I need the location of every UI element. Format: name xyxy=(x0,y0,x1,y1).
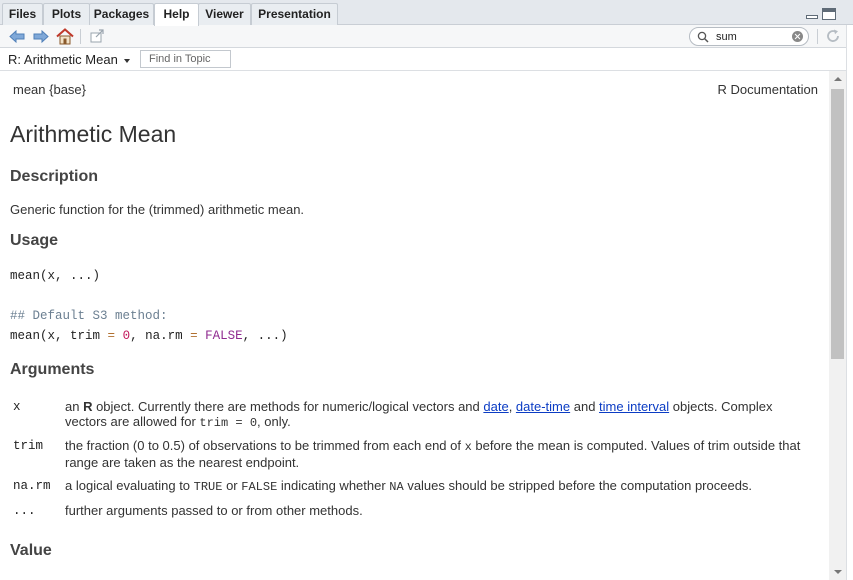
topic-dropdown-label: R: Arithmetic Mean xyxy=(8,52,118,67)
find-in-topic-input[interactable] xyxy=(140,50,231,68)
page-title: Arithmetic Mean xyxy=(10,121,177,147)
arg-name-x: x xyxy=(13,400,21,414)
home-icon[interactable] xyxy=(56,28,74,45)
clear-search-icon[interactable] xyxy=(792,31,803,42)
tab-presentation[interactable]: Presentation xyxy=(251,3,338,25)
usage-code-line: mean(x, trim = 0, na.rm = FALSE, ...) xyxy=(10,329,288,343)
help-search xyxy=(689,27,809,46)
refresh-icon[interactable] xyxy=(825,28,841,44)
pane-tab-bar: Files Plots Packages Help Viewer Present… xyxy=(0,0,853,26)
chevron-down-icon xyxy=(123,58,130,63)
link-date[interactable]: date xyxy=(483,399,508,414)
tab-packages[interactable]: Packages xyxy=(89,3,154,25)
doc-source-label: R Documentation xyxy=(717,82,818,97)
topic-bar: R: Arithmetic Mean xyxy=(0,48,853,71)
usage-code-line: mean(x, ...) xyxy=(10,269,101,283)
arguments-heading: Arguments xyxy=(10,361,95,378)
usage-heading: Usage xyxy=(10,232,59,249)
popout-icon[interactable] xyxy=(88,28,106,45)
scroll-down-icon[interactable] xyxy=(829,563,846,580)
search-icon xyxy=(697,31,709,43)
arg-name-trim: trim xyxy=(13,439,44,453)
pane-right-border xyxy=(846,25,853,580)
minimize-pane-icon[interactable] xyxy=(806,8,818,20)
tab-files[interactable]: Files xyxy=(2,3,43,25)
scrollbar-thumb[interactable] xyxy=(831,89,844,359)
arg-desc-dots: further arguments passed to or from othe… xyxy=(65,503,363,518)
arg-desc-x: an R object. Currently there are methods… xyxy=(65,399,773,430)
arg-desc-narm: a logical evaluating to TRUE or FALSE in… xyxy=(65,478,753,494)
vertical-scrollbar[interactable] xyxy=(829,71,846,580)
help-toolbar xyxy=(0,25,853,48)
doc-package-label: mean {base} xyxy=(13,82,87,97)
tab-help[interactable]: Help xyxy=(154,3,199,26)
back-arrow-icon[interactable] xyxy=(8,28,26,45)
tab-plots[interactable]: Plots xyxy=(43,3,90,25)
arg-name-dots: ... xyxy=(13,504,36,518)
arg-name-narm: na.rm xyxy=(13,479,51,493)
toolbar-separator xyxy=(80,29,81,44)
tab-viewer[interactable]: Viewer xyxy=(198,3,251,25)
maximize-pane-icon[interactable] xyxy=(822,8,836,20)
topic-dropdown[interactable]: R: Arithmetic Mean xyxy=(8,52,130,67)
toolbar-separator xyxy=(817,29,818,44)
forward-arrow-icon[interactable] xyxy=(32,28,50,45)
usage-code-comment: ## Default S3 method: xyxy=(10,309,168,323)
link-date-time[interactable]: date-time xyxy=(516,399,570,414)
value-heading: Value xyxy=(10,542,52,559)
help-search-input[interactable] xyxy=(716,29,786,44)
scroll-up-icon[interactable] xyxy=(829,71,846,88)
help-content: mean {base} R Documentation Arithmetic M… xyxy=(0,71,829,580)
link-time-interval[interactable]: time interval xyxy=(599,399,669,414)
description-text: Generic function for the (trimmed) arith… xyxy=(10,202,305,217)
description-heading: Description xyxy=(10,168,99,185)
arg-desc-trim: the fraction (0 to 0.5) of observations … xyxy=(65,438,801,470)
